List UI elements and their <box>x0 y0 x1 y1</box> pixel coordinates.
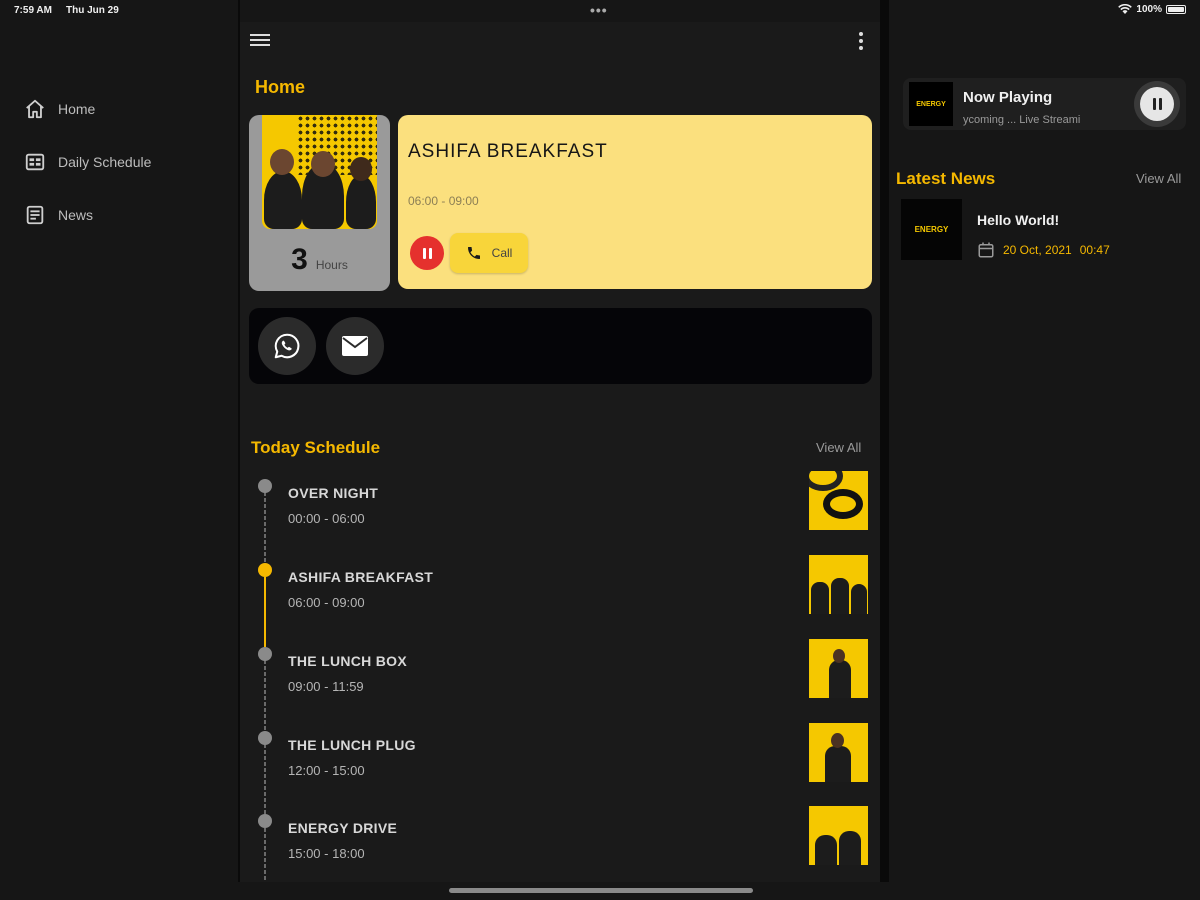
timeline-dot-active <box>258 563 272 577</box>
page-title: Home <box>255 77 306 97</box>
sidebar-item-label: News <box>58 207 94 223</box>
contact-card <box>249 308 872 384</box>
home-indicator[interactable] <box>449 888 753 893</box>
pause-icon <box>1140 87 1174 121</box>
schedule-item[interactable]: THE LUNCH BOX 09:00 - 11:59 <box>240 639 880 731</box>
schedule-item-name: OVER NIGHT <box>288 485 379 501</box>
sidebar: Home Daily Schedule News <box>0 22 238 882</box>
schedule-item-thumbnail <box>809 639 868 698</box>
show-duration: 3 Hours <box>249 243 390 277</box>
schedule-item-thumbnail <box>809 555 868 614</box>
sidebar-item-label: Daily Schedule <box>58 154 152 170</box>
now-playing-title: Now Playing <box>963 89 1053 106</box>
news-item-date: 20 Oct, 2021 <box>1003 243 1072 257</box>
schedule-item-thumbnail <box>809 471 868 530</box>
main-panel: Home 3 Hours ASHIFA BREAKFAST 06:00 - 09… <box>240 22 880 882</box>
timeline-dot <box>258 814 272 828</box>
status-right: 100% <box>1118 4 1186 15</box>
timeline-dot <box>258 479 272 493</box>
schedule-item-name: ENERGY DRIVE <box>288 820 398 836</box>
schedule-item[interactable]: OVER NIGHT 00:00 - 06:00 <box>240 471 880 563</box>
multitask-dots-icon[interactable]: ••• <box>590 2 608 18</box>
phone-icon <box>467 247 480 259</box>
schedule-item-time: 09:00 - 11:59 <box>288 679 364 694</box>
news-item[interactable]: ENERGY Hello World! 20 Oct, 2021 00:47 <box>901 199 1191 261</box>
call-button[interactable]: Call <box>450 233 528 273</box>
schedule-item-thumbnail <box>809 723 868 782</box>
timeline-dot <box>258 647 272 661</box>
schedule-section-title: Today Schedule <box>251 438 381 457</box>
status-bar: 7:59 AM Thu Jun 29 ••• 100% <box>0 0 1200 22</box>
status-time: 7:59 AM <box>14 5 52 16</box>
current-show-time: 06:00 - 09:00 <box>408 194 479 208</box>
news-view-all-link[interactable]: View All <box>1136 171 1181 186</box>
schedule-view-all-link[interactable]: View All <box>816 440 861 455</box>
menu-icon[interactable] <box>250 34 270 48</box>
now-playing-subtitle: ycoming ... Live Streami <box>963 114 1081 126</box>
schedule-item-time: 15:00 - 18:00 <box>288 846 365 861</box>
schedule-item-active[interactable]: ASHIFA BREAKFAST 06:00 - 09:00 <box>240 555 880 647</box>
current-show-info-card: ASHIFA BREAKFAST 06:00 - 09:00 Call <box>398 115 872 289</box>
latest-news-title: Latest News <box>896 169 996 188</box>
pause-button[interactable] <box>410 236 444 270</box>
show-artwork <box>262 115 377 229</box>
battery-percent: 100% <box>1136 4 1162 15</box>
schedule-item-time: 12:00 - 15:00 <box>288 763 365 778</box>
current-show-title: ASHIFA BREAKFAST <box>408 141 608 162</box>
news-thumbnail: ENERGY <box>901 199 962 260</box>
schedule-item-time: 06:00 - 09:00 <box>288 595 365 610</box>
sidebar-item-daily-schedule[interactable]: Daily Schedule <box>24 151 151 173</box>
schedule-item[interactable]: ENERGY DRIVE 15:00 - 18:00 <box>240 806 880 882</box>
station-logo: ENERGY <box>909 82 953 126</box>
sidebar-item-home[interactable]: Home <box>24 98 95 120</box>
now-playing-pause-button[interactable] <box>1134 81 1180 127</box>
email-button[interactable] <box>326 317 384 375</box>
schedule-item-name: THE LUNCH PLUG <box>288 737 416 753</box>
duration-number: 3 <box>291 243 308 276</box>
whatsapp-button[interactable] <box>258 317 316 375</box>
schedule-item[interactable]: THE LUNCH PLUG 12:00 - 15:00 <box>240 723 880 815</box>
timeline-dot <box>258 731 272 745</box>
sidebar-item-news[interactable]: News <box>24 204 93 226</box>
news-item-date-row: 20 Oct, 2021 00:47 <box>977 241 1110 259</box>
calendar-icon <box>978 242 994 258</box>
more-vert-icon[interactable] <box>858 32 864 52</box>
schedule-item-name: THE LUNCH BOX <box>288 653 408 669</box>
schedule-icon <box>25 153 45 171</box>
news-item-title: Hello World! <box>977 212 1060 228</box>
mail-icon <box>342 336 368 356</box>
duration-label: Hours <box>315 258 348 272</box>
call-label: Call <box>491 246 513 260</box>
battery-icon <box>1166 5 1186 14</box>
whatsapp-icon <box>274 333 300 359</box>
schedule-item-time: 00:00 - 06:00 <box>288 511 365 526</box>
home-icon <box>26 99 44 119</box>
news-item-time: 00:47 <box>1079 243 1110 257</box>
right-panel: ENERGY Now Playing ycoming ... Live Stre… <box>889 22 1200 882</box>
wifi-icon <box>1118 4 1133 14</box>
news-icon <box>26 205 44 225</box>
sidebar-item-label: Home <box>58 101 96 117</box>
schedule-item-thumbnail <box>809 806 868 865</box>
now-playing-card[interactable]: ENERGY Now Playing ycoming ... Live Stre… <box>903 78 1186 130</box>
status-date: Thu Jun 29 <box>66 5 119 16</box>
schedule-item-name: ASHIFA BREAKFAST <box>288 569 434 585</box>
divider <box>880 0 889 882</box>
current-show-art-card: 3 Hours <box>249 115 390 291</box>
